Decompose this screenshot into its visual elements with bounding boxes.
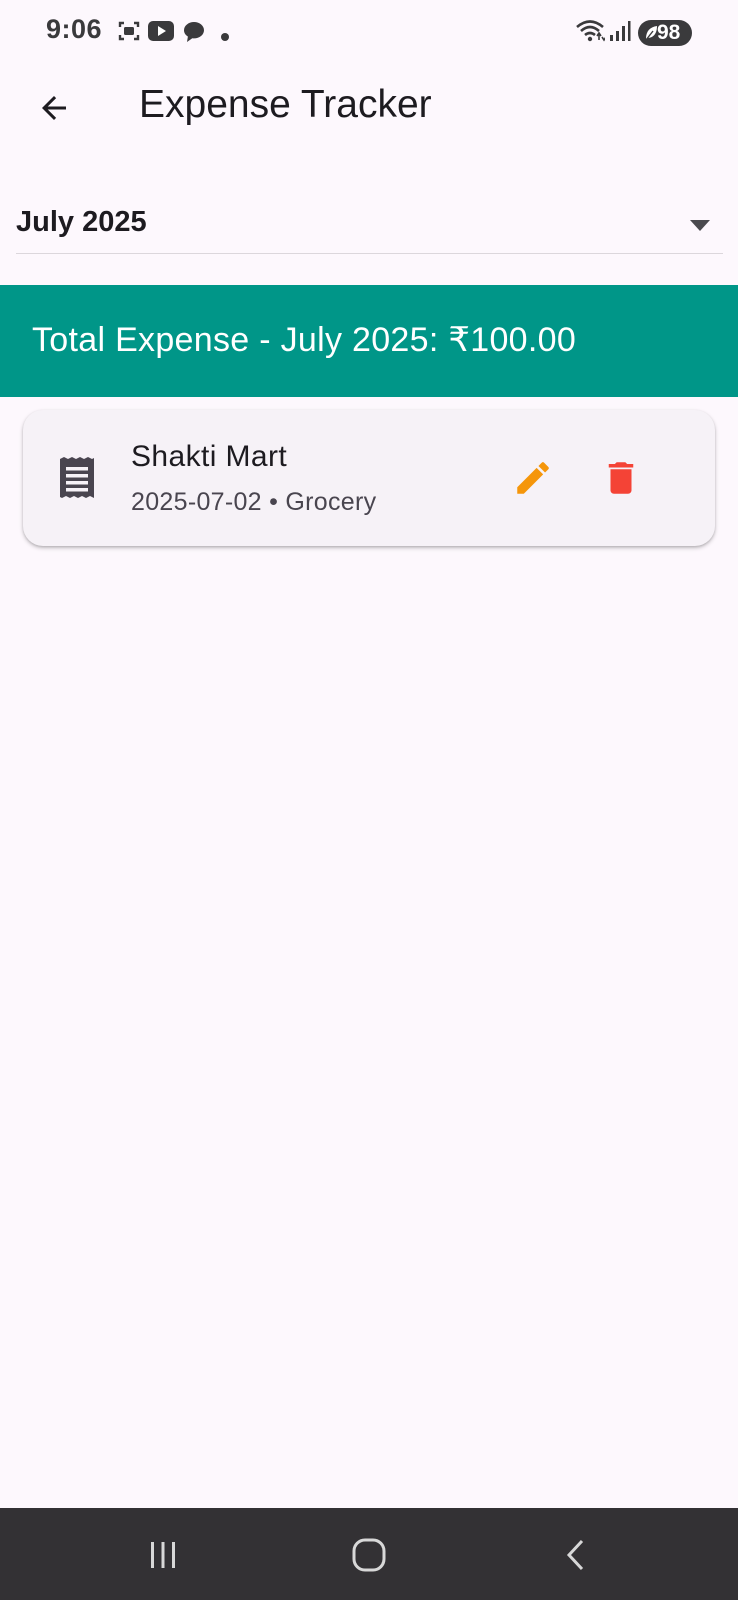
expense-name: Shakti Mart <box>131 440 288 473</box>
page-title: Expense Tracker <box>139 83 432 126</box>
recent-apps-button[interactable] <box>133 1530 193 1580</box>
nav-back-button[interactable] <box>546 1530 606 1580</box>
signal-icon <box>609 20 631 47</box>
total-expense-banner: Total Expense - July 2025: ₹100.00 <box>0 285 738 397</box>
status-bar: 9:06 98 <box>0 0 738 64</box>
app-bar: Expense Tracker <box>0 64 738 154</box>
system-navigation-bar <box>0 1508 738 1600</box>
expense-date-category: 2025-07-02 • Grocery <box>131 488 377 516</box>
home-button[interactable] <box>339 1530 399 1580</box>
month-value: July 2025 <box>16 206 147 238</box>
delete-button[interactable] <box>593 450 649 506</box>
dot-icon <box>221 28 229 46</box>
youtube-icon <box>148 21 174 46</box>
month-dropdown[interactable]: July 2025 <box>16 195 723 254</box>
back-icon <box>566 1539 584 1571</box>
status-time: 9:06 <box>46 14 103 44</box>
battery-icon: 98 <box>638 20 692 46</box>
back-button[interactable] <box>28 82 80 134</box>
dropdown-arrow-icon <box>690 218 710 236</box>
wifi-icon <box>575 18 607 49</box>
receipt-icon <box>58 457 96 504</box>
delete-icon <box>608 462 634 494</box>
arrow-back-icon <box>42 96 66 120</box>
home-icon <box>352 1538 386 1572</box>
edit-button[interactable] <box>505 450 561 506</box>
screenshot-icon <box>117 19 141 48</box>
chat-icon <box>182 20 206 49</box>
leaf-icon <box>644 25 658 46</box>
edit-icon <box>517 462 549 494</box>
expense-card[interactable]: Shakti Mart 2025-07-02 • Grocery <box>23 410 715 546</box>
recent-apps-icon <box>151 1542 175 1568</box>
battery-level: 98 <box>657 21 681 44</box>
total-expense-text: Total Expense - July 2025: ₹100.00 <box>32 321 577 359</box>
